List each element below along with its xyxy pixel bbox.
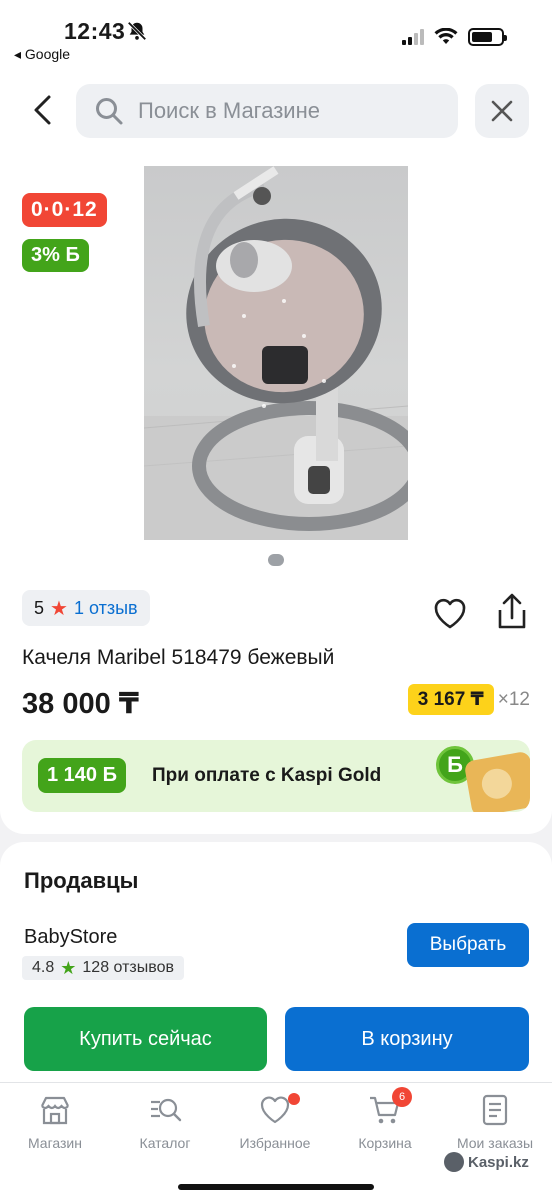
monthly-months: ×12 <box>497 688 530 710</box>
kaspi-watermark: Kaspi.kz <box>444 1152 529 1172</box>
kaspi-logo-icon <box>444 1152 464 1172</box>
sellers-title: Продавцы <box>24 868 139 893</box>
store-icon <box>41 1096 69 1125</box>
tab-cart[interactable]: 6 Корзина <box>330 1087 440 1151</box>
search-bar[interactable] <box>76 84 458 138</box>
reviews-link[interactable]: 1 отзыв <box>74 598 138 619</box>
heart-icon <box>260 1096 290 1124</box>
tab-cart-label: Корзина <box>358 1135 412 1151</box>
choose-seller-button[interactable]: Выбрать <box>407 923 529 967</box>
favorites-indicator-dot <box>288 1093 300 1105</box>
product-price: 38 000 ₸ <box>22 688 139 720</box>
home-indicator[interactable] <box>178 1184 374 1190</box>
seller-reviews: 128 отзывов <box>82 959 174 976</box>
tab-favorites[interactable]: Избранное <box>220 1093 330 1151</box>
kaspi-card-icon <box>463 750 530 812</box>
share-icon[interactable] <box>494 592 530 632</box>
orders-icon <box>482 1094 508 1126</box>
back-button[interactable] <box>22 90 62 130</box>
monthly-amount: 3 167 ₸ <box>407 684 494 715</box>
buy-now-button[interactable]: Купить сейчас <box>24 1007 267 1071</box>
wifi-icon <box>434 28 458 44</box>
monthly-payment: 3 167 ₸ ×12 <box>407 684 530 715</box>
system-icons <box>402 28 507 46</box>
status-bar: 12:43 ◂ Google <box>0 0 552 72</box>
search-icon <box>96 98 123 125</box>
tab-store-label: Магазин <box>27 1135 82 1151</box>
battery-icon <box>468 28 507 46</box>
cart-count-badge: 6 <box>392 1087 412 1107</box>
rating-chip[interactable]: 5 ★ 1 отзыв <box>22 590 150 626</box>
baby-swing-image <box>144 166 408 540</box>
add-to-cart-button[interactable]: В корзину <box>285 1007 529 1071</box>
search-header <box>0 72 552 150</box>
seller-rating: 4.8 ★ 128 отзывов <box>22 956 184 980</box>
close-icon <box>491 100 513 122</box>
bonus-badge: 3% Б <box>22 239 89 272</box>
tab-catalog-label: Каталог <box>139 1135 191 1151</box>
tab-store[interactable]: Магазин <box>0 1093 110 1151</box>
close-search-button[interactable] <box>475 84 529 138</box>
product-photo[interactable] <box>144 166 408 540</box>
kaspi-gold-banner[interactable]: 1 140 Б При оплате с Kaspi Gold Б <box>22 740 530 812</box>
seller-name[interactable]: BabyStore <box>24 926 117 949</box>
chevron-left-icon <box>34 95 51 125</box>
image-pager-dots <box>268 554 284 566</box>
rating-value: 5 <box>34 597 45 618</box>
status-time: 12:43 <box>64 18 126 44</box>
tab-orders[interactable]: Мои заказы <box>440 1093 550 1151</box>
bell-muted-icon <box>127 21 147 41</box>
watermark-text: Kaspi.kz <box>468 1153 529 1171</box>
back-to-google-link[interactable]: ◂ Google <box>14 46 70 63</box>
bottom-tab-bar: Магазин Каталог Избранное 6 Корзина Мои … <box>0 1082 552 1200</box>
sellers-section: Продавцы BabyStore 4.8 ★ 128 отзывов Выб… <box>0 842 552 1092</box>
cellular-signal-icon <box>402 29 424 45</box>
tab-catalog[interactable]: Каталог <box>110 1093 220 1151</box>
favorite-heart-icon[interactable] <box>432 596 468 632</box>
gold-banner-text: При оплате с Kaspi Gold <box>152 765 382 786</box>
star-icon: ★ <box>60 957 77 978</box>
product-title: Качеля Maribel 518479 бежевый <box>22 646 335 669</box>
installment-badge: 0·0·12 <box>22 193 107 227</box>
product-card: 0·0·12 3% Б 5 ★ 1 отзыв Качеля Maribel 5… <box>0 150 552 834</box>
star-icon: ★ <box>50 597 68 620</box>
tab-orders-label: Мои заказы <box>456 1135 534 1151</box>
catalog-search-icon <box>151 1098 182 1122</box>
gold-bonus-badge: 1 140 Б <box>38 758 126 793</box>
search-input[interactable] <box>138 98 438 124</box>
tab-favorites-label: Избранное <box>239 1135 311 1151</box>
seller-rating-value: 4.8 <box>32 959 55 976</box>
